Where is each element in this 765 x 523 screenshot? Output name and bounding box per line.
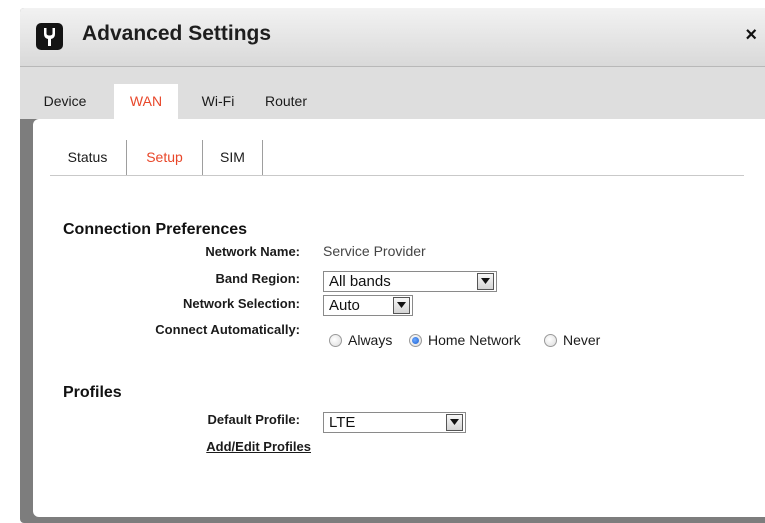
chevron-down-icon[interactable] — [446, 414, 463, 431]
advanced-settings-dialog: Advanced Settings × Device WAN Wi-Fi Rou… — [20, 8, 765, 523]
chevron-down-icon[interactable] — [393, 297, 410, 314]
radio-selected-dot — [412, 337, 419, 344]
radio-home-network-label[interactable]: Home Network — [428, 332, 521, 348]
default-profile-value: LTE — [329, 414, 356, 431]
radio-never-label[interactable]: Never — [563, 332, 600, 348]
subtab-setup[interactable]: Setup — [127, 140, 202, 174]
radio-always[interactable] — [329, 334, 342, 347]
wrench-icon — [36, 23, 63, 50]
connect-automatically-label: Connect Automatically: — [155, 322, 300, 337]
dialog-title: Advanced Settings — [82, 22, 272, 45]
subtab-sim[interactable]: SIM — [203, 140, 262, 174]
subtab-status[interactable]: Status — [50, 140, 125, 174]
network-selection-value: Auto — [329, 297, 360, 314]
network-selection-label: Network Selection: — [182, 296, 300, 311]
default-profile-select[interactable]: LTE — [323, 412, 466, 433]
tab-device[interactable]: Device — [34, 90, 96, 119]
connection-preferences-heading: Connection Preferences — [63, 221, 248, 238]
band-region-label: Band Region: — [215, 271, 301, 286]
network-name-value: Service Provider — [323, 243, 426, 259]
tab-wifi[interactable]: Wi-Fi — [192, 90, 244, 119]
add-edit-profiles-link[interactable]: Add/Edit Profiles — [153, 439, 311, 454]
radio-always-label[interactable]: Always — [348, 332, 392, 348]
default-profile-label: Default Profile: — [207, 412, 300, 427]
profiles-heading: Profiles — [63, 384, 122, 401]
band-region-select[interactable]: All bands — [323, 271, 497, 292]
band-region-value: All bands — [329, 273, 391, 290]
radio-never[interactable] — [544, 334, 557, 347]
network-name-label: Network Name: — [205, 244, 300, 259]
network-selection-select[interactable]: Auto — [323, 295, 413, 316]
tab-wan[interactable]: WAN — [114, 84, 178, 120]
main-tab-bar: Device WAN Wi-Fi Router — [20, 67, 765, 120]
sub-tab-bar: Status Setup SIM — [50, 140, 744, 176]
tab-router[interactable]: Router — [254, 90, 318, 119]
radio-home-network[interactable] — [409, 334, 422, 347]
wan-setup-panel: Status Setup SIM Connection Preferences … — [33, 119, 765, 517]
close-button[interactable]: × — [745, 24, 757, 46]
chevron-down-icon[interactable] — [477, 273, 494, 290]
dialog-titlebar: Advanced Settings × — [20, 8, 765, 67]
subtab-divider — [262, 140, 263, 175]
